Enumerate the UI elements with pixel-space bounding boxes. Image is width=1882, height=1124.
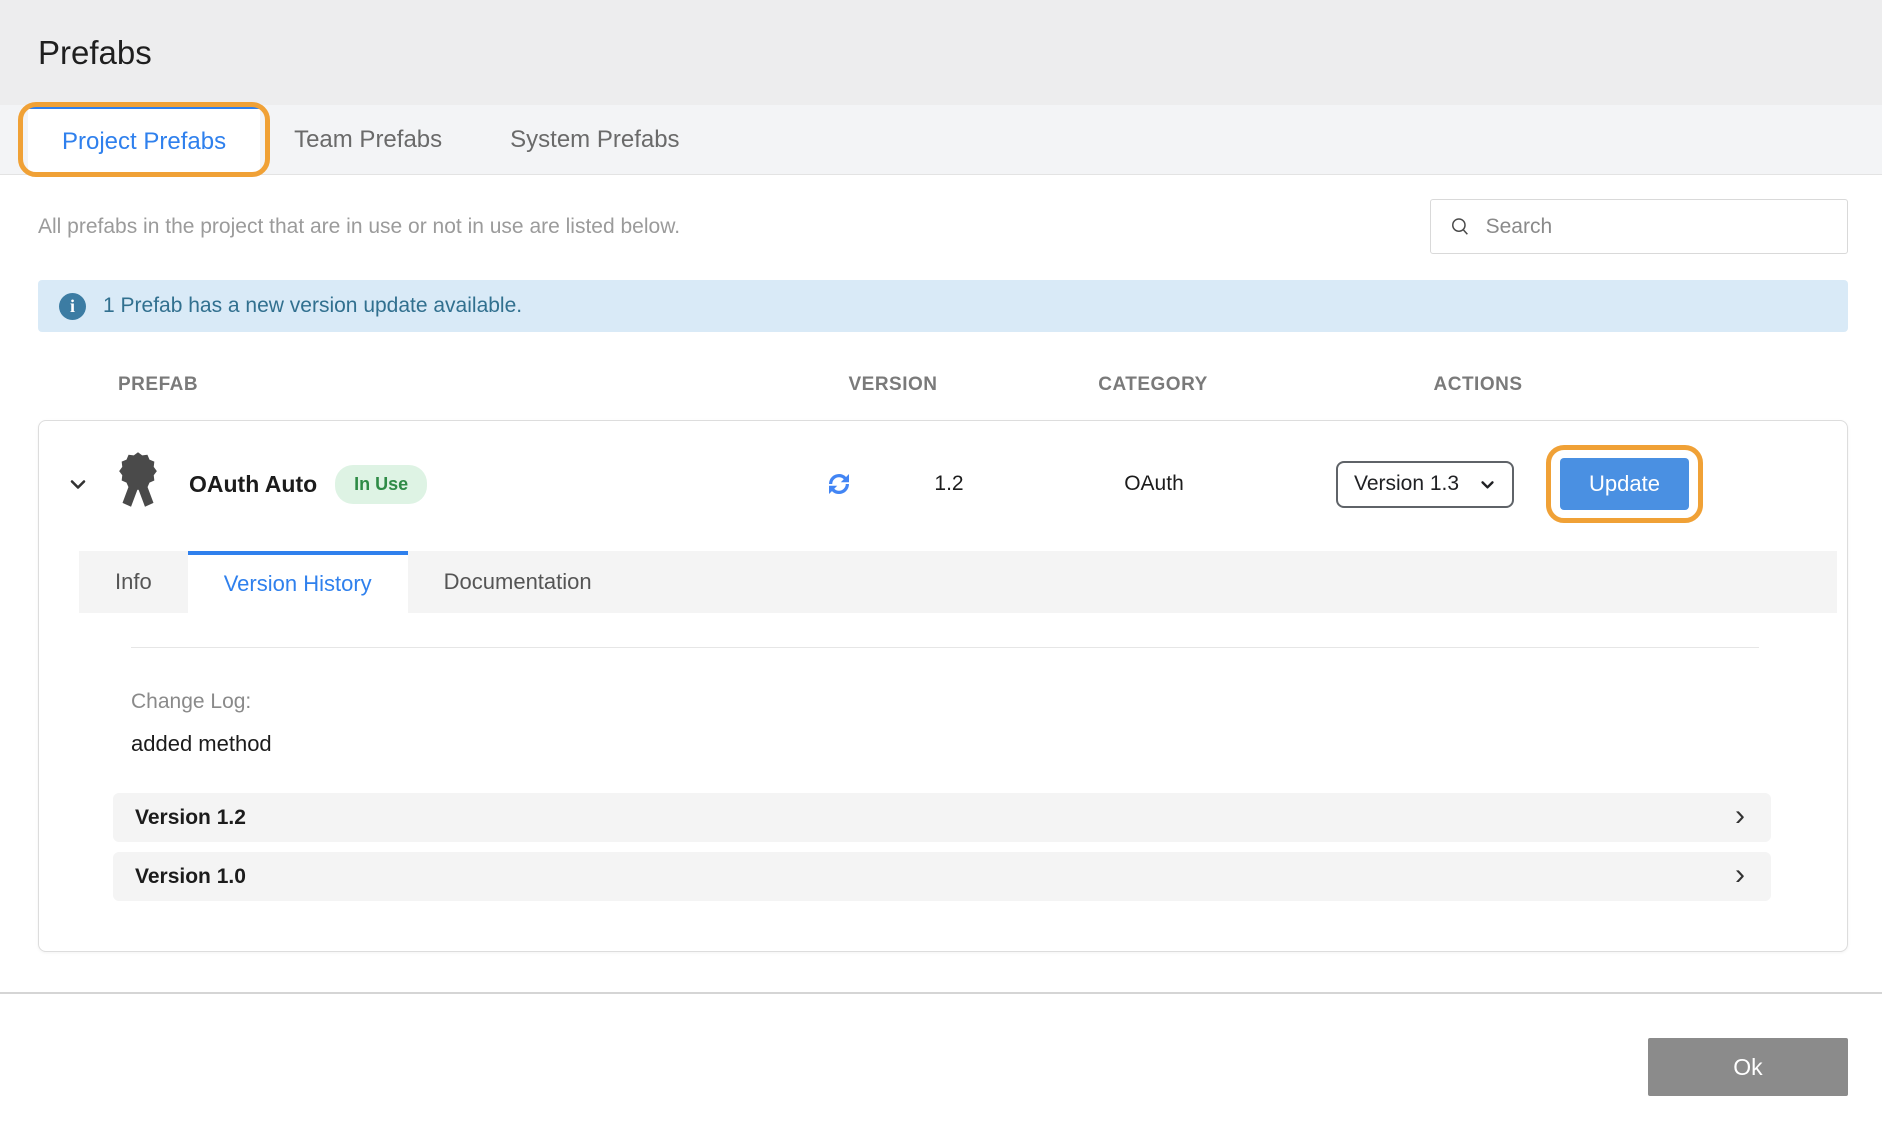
version-history-row[interactable]: Version 1.2 ›	[113, 793, 1771, 842]
version-history-row-label: Version 1.0	[135, 865, 246, 889]
search-input[interactable]	[1486, 215, 1829, 239]
page-title: Prefabs	[38, 34, 152, 72]
change-log-entry: added method	[131, 731, 1847, 757]
prefab-table-row: OAuth Auto In Use 1.2 OAuth Version 1.3 …	[39, 421, 1847, 521]
prefab-category-value: OAuth	[1049, 472, 1259, 496]
dialog-footer: Ok	[0, 994, 1882, 1096]
version-history-row[interactable]: Version 1.0 ›	[113, 852, 1771, 901]
column-header-category: CATEGORY	[1048, 374, 1258, 396]
tab-info[interactable]: Info	[79, 551, 188, 613]
info-icon: i	[59, 293, 86, 320]
column-header-actions: ACTIONS	[1258, 374, 1848, 396]
tab-system-prefabs-label: System Prefabs	[510, 126, 679, 154]
update-button[interactable]: Update	[1560, 458, 1689, 510]
tab-team-prefabs[interactable]: Team Prefabs	[260, 105, 476, 174]
prefab-version-value: 1.2	[934, 472, 963, 496]
table-header-row: PREFAB VERSION CATEGORY ACTIONS	[38, 362, 1848, 408]
banner-message: 1 Prefab has a new version update availa…	[103, 294, 522, 318]
tab-system-prefabs[interactable]: System Prefabs	[476, 105, 713, 174]
tab-version-history[interactable]: Version History	[188, 551, 408, 613]
tab-project-prefabs-label: Project Prefabs	[62, 128, 226, 156]
section-divider	[131, 647, 1759, 648]
ok-button[interactable]: Ok	[1648, 1038, 1848, 1096]
chevron-down-icon	[1479, 476, 1496, 493]
column-header-prefab: PREFAB	[38, 374, 738, 396]
column-header-version: VERSION	[738, 374, 1048, 396]
tab-documentation[interactable]: Documentation	[408, 551, 628, 613]
search-icon	[1449, 214, 1472, 239]
prefab-card: OAuth Auto In Use 1.2 OAuth Version 1.3 …	[38, 420, 1848, 952]
sync-icon[interactable]	[824, 469, 854, 499]
in-use-badge: In Use	[335, 465, 427, 504]
detail-tabbar: Info Version History Documentation	[79, 551, 1837, 613]
version-select-dropdown[interactable]: Version 1.3	[1336, 461, 1514, 508]
tab-team-prefabs-label: Team Prefabs	[294, 126, 442, 154]
page-header: Prefabs	[0, 0, 1882, 105]
tab-project-prefabs[interactable]: Project Prefabs	[28, 105, 260, 174]
search-box[interactable]	[1430, 199, 1848, 254]
main-tabbar: Project Prefabs Team Prefabs System Pref…	[0, 105, 1882, 175]
change-log-label: Change Log:	[131, 690, 1847, 714]
update-available-banner: i 1 Prefab has a new version update avai…	[38, 280, 1848, 332]
prefab-name: OAuth Auto	[189, 471, 317, 498]
main-content: All prefabs in the project that are in u…	[0, 199, 1882, 952]
version-history-row-label: Version 1.2	[135, 806, 246, 830]
collapse-chevron-icon[interactable]	[65, 471, 91, 497]
page-description: All prefabs in the project that are in u…	[38, 215, 680, 239]
version-select-value: Version 1.3	[1354, 472, 1459, 496]
prefab-ribbon-icon	[107, 447, 169, 521]
version-history-list: Version 1.2 › Version 1.0 ›	[113, 793, 1771, 901]
